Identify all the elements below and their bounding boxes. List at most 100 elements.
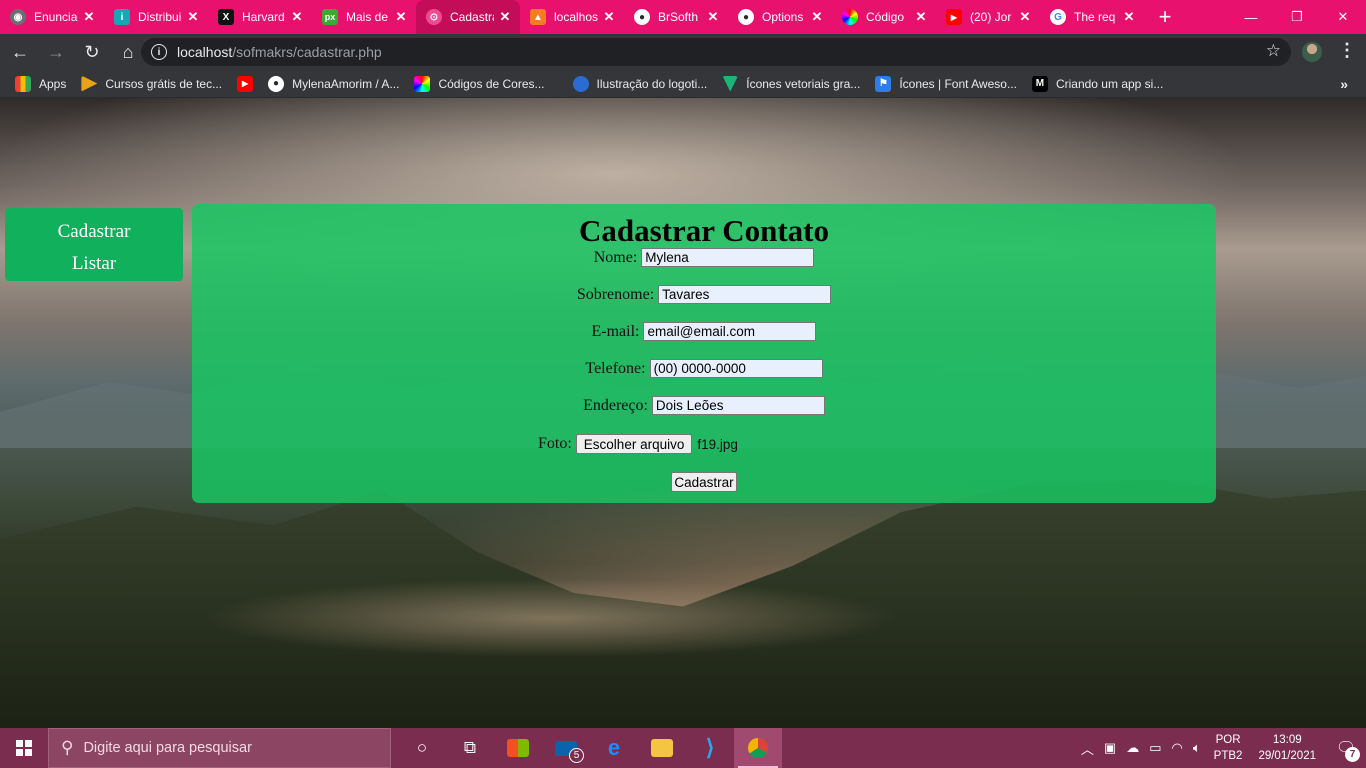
- site-info-icon[interactable]: i: [151, 44, 167, 60]
- bookmark-label: Cursos grátis de tec...: [105, 76, 223, 91]
- volume-icon[interactable]: 🔈︎: [1193, 740, 1201, 756]
- chrome-icon[interactable]: [734, 728, 782, 768]
- start-button[interactable]: [0, 728, 48, 768]
- forward-icon[interactable]: →: [40, 36, 72, 68]
- window-controls: — ❐ ✕: [1228, 0, 1366, 34]
- vector-icon: [722, 75, 739, 92]
- tab-title: Options: [762, 10, 804, 24]
- bookmark-cursos[interactable]: Cursos grátis de tec...: [81, 75, 223, 92]
- onedrive-icon[interactable]: ☁: [1126, 740, 1139, 756]
- restore-icon[interactable]: ❐: [1274, 0, 1320, 34]
- tab-codigo[interactable]: Código ✕: [832, 0, 936, 34]
- bookmark-codigos[interactable]: Códigos de Cores...: [414, 75, 545, 92]
- profile-avatar[interactable]: [1302, 42, 1322, 62]
- tab-options[interactable]: ● Options ✕: [728, 0, 832, 34]
- battery-icon[interactable]: ▭: [1149, 740, 1161, 756]
- bookmark-fontawesome[interactable]: ⚑ Ícones | Font Aweso...: [875, 75, 1017, 92]
- tab-mais-de[interactable]: px Mais de ✕: [312, 0, 416, 34]
- distrib-icon: i: [114, 9, 130, 25]
- reload-icon[interactable]: ↻: [76, 36, 108, 68]
- youtube-icon: ▶: [946, 9, 962, 25]
- tab-localhost[interactable]: ▲ localhost ✕: [520, 0, 624, 34]
- new-tab-button[interactable]: +: [1150, 0, 1180, 34]
- tab-distribuicao[interactable]: i Distribuição ✕: [104, 0, 208, 34]
- submit-button[interactable]: Cadastrar: [671, 472, 737, 492]
- mail-icon[interactable]: 5: [542, 728, 590, 768]
- close-tab-icon[interactable]: ✕: [186, 9, 200, 25]
- file-name: f19.jpg: [697, 436, 738, 452]
- tab-cadastrar[interactable]: ⊙ Cadastrar ✕: [416, 0, 520, 34]
- taskbar-search[interactable]: ⚲ Digite aqui para pesquisar: [48, 728, 391, 768]
- bookmark-youtube[interactable]: ▶: [237, 75, 254, 92]
- vscode-icon[interactable]: ⟩: [686, 728, 734, 768]
- bookmark-ilustracao[interactable]: Ilustração do logoti...: [572, 75, 708, 92]
- tab-harvard[interactable]: X Harvard ✕: [208, 0, 312, 34]
- close-window-icon[interactable]: ✕: [1320, 0, 1366, 34]
- telefone-input[interactable]: [649, 359, 823, 378]
- globe-icon: ◉: [10, 9, 26, 25]
- close-tab-icon[interactable]: ✕: [290, 9, 304, 25]
- email-input[interactable]: [643, 322, 817, 341]
- endereco-input[interactable]: [651, 396, 825, 415]
- url-path: /sofmakrs/cadastrar.php: [232, 44, 382, 60]
- system-tray: ︿ ▣ ☁ ▭ ◠ 🔈︎ POR PTB2 13:09 29/01/2021 🗨…: [1076, 728, 1366, 768]
- meet-now-icon[interactable]: ▣: [1104, 740, 1116, 756]
- tab-youtube[interactable]: ▶ (20) Jor ✕: [936, 0, 1040, 34]
- close-tab-icon[interactable]: ✕: [602, 9, 616, 25]
- close-tab-icon[interactable]: ✕: [706, 9, 720, 25]
- logo-icon: [572, 75, 589, 92]
- menu-link-cadastrar[interactable]: Cadastrar: [5, 216, 183, 248]
- store-icon[interactable]: [494, 728, 542, 768]
- contact-form: Cadastrar Contato Nome: Sobrenome: E-mai…: [192, 204, 1216, 503]
- notification-center-icon[interactable]: 🗨︎ 7: [1326, 728, 1366, 768]
- clock[interactable]: 13:09 29/01/2021: [1258, 732, 1316, 764]
- field-label: Foto:: [538, 435, 572, 452]
- field-row-sobrenome: Sobrenome:: [192, 285, 1216, 304]
- language-indicator[interactable]: POR PTB2: [1214, 732, 1243, 764]
- windows-logo-icon: [16, 740, 32, 756]
- bookmark-label: Ilustração do logoti...: [596, 76, 708, 91]
- minimize-icon[interactable]: —: [1228, 0, 1274, 34]
- tab-title: (20) Jor: [970, 10, 1012, 24]
- tab-title: BrSofth: [658, 10, 699, 24]
- file-explorer-icon[interactable]: [638, 728, 686, 768]
- tab-brsofth[interactable]: ● BrSofth ✕: [624, 0, 728, 34]
- bookmark-vetoriais[interactable]: Ícones vetoriais gra...: [722, 75, 860, 92]
- nome-input[interactable]: [641, 248, 815, 267]
- close-tab-icon[interactable]: ✕: [1018, 9, 1032, 25]
- bookmark-github[interactable]: ● MylenaAmorim / A...: [268, 75, 400, 92]
- cursos-icon: [81, 75, 98, 92]
- px-icon: px: [322, 9, 338, 25]
- bookmark-label: MylenaAmorim / A...: [292, 76, 400, 91]
- show-hidden-icons-icon[interactable]: ︿: [1081, 739, 1094, 758]
- back-icon[interactable]: ←: [4, 36, 36, 68]
- submit-row: Cadastrar: [192, 472, 1216, 492]
- close-tab-icon[interactable]: ✕: [498, 9, 512, 25]
- home-icon[interactable]: ⌂: [112, 36, 144, 68]
- bookmark-apps[interactable]: Apps: [15, 75, 66, 92]
- field-label: Sobrenome:: [576, 285, 655, 303]
- bookmark-star-icon[interactable]: ☆: [1266, 41, 1281, 61]
- clock-time: 13:09: [1272, 734, 1302, 746]
- cortana-icon[interactable]: ○: [398, 728, 446, 768]
- menu-link-listar[interactable]: Listar: [5, 248, 183, 280]
- close-tab-icon[interactable]: ✕: [1122, 9, 1136, 25]
- bookmark-criando-app[interactable]: M Criando um app si...: [1031, 75, 1163, 92]
- tab-enunciado[interactable]: ◉ Enunciado ✕: [0, 0, 104, 34]
- wifi-icon[interactable]: ◠: [1172, 740, 1183, 756]
- sobrenome-input[interactable]: [658, 285, 832, 304]
- close-tab-icon[interactable]: ✕: [914, 9, 928, 25]
- edge-icon[interactable]: e: [590, 728, 638, 768]
- task-view-icon[interactable]: ⧉: [446, 728, 494, 768]
- field-row-email: E-mail:: [192, 322, 1216, 341]
- bookmark-label: Códigos de Cores...: [438, 76, 545, 91]
- menu-kebab-icon[interactable]: ⋮: [1338, 40, 1356, 61]
- close-tab-icon[interactable]: ✕: [810, 9, 824, 25]
- address-bar[interactable]: i localhost/sofmakrs/cadastrar.php ☆: [141, 38, 1291, 66]
- more-bookmarks-icon[interactable]: »: [1340, 76, 1348, 92]
- close-tab-icon[interactable]: ✕: [82, 9, 96, 25]
- close-tab-icon[interactable]: ✕: [394, 9, 408, 25]
- tab-google[interactable]: G The req ✕: [1040, 0, 1144, 34]
- field-label: Endereço:: [583, 396, 648, 414]
- choose-file-button[interactable]: Escolher arquivo: [575, 434, 693, 454]
